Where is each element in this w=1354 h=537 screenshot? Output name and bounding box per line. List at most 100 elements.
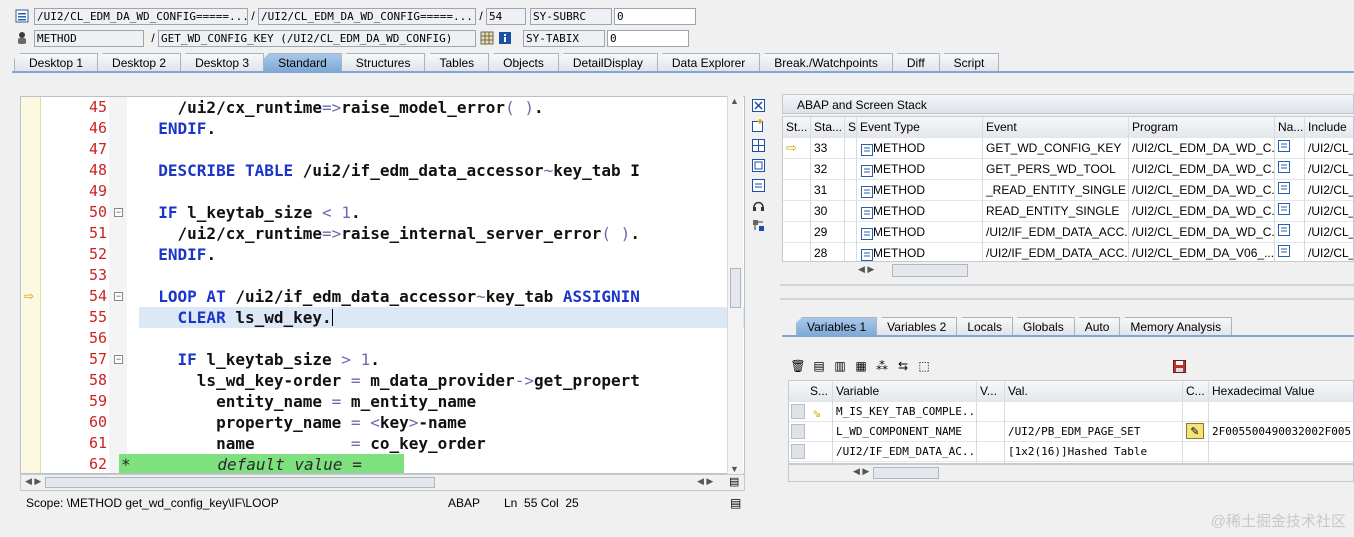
code-line[interactable]: 57− IF l_keytab_size > 1. xyxy=(21,349,744,370)
code-line[interactable]: 47 xyxy=(21,139,744,160)
code-line[interactable]: 61 name = co_key_order xyxy=(21,433,744,454)
variable-name[interactable]: M_IS_KEY_TAB_COMPLE... xyxy=(833,402,977,423)
tab-break-watchpoints[interactable]: Break./Watchpoints xyxy=(759,53,893,72)
cell[interactable]: ✎ xyxy=(1183,422,1209,443)
source-editor[interactable]: 45 /ui2/cx_runtime=>raise_model_error( )… xyxy=(20,96,745,474)
grid-icon[interactable] xyxy=(479,30,495,46)
tab-standard[interactable]: Standard xyxy=(263,53,342,72)
code-line[interactable]: 55 CLEAR ls_wd_key. xyxy=(21,307,744,328)
stack-row[interactable]: ⇨ 33 METHOD GET_WD_CONFIG_KEY/UI2/CL_EDM_DA… xyxy=(783,138,1353,159)
stack-row[interactable]: 29 METHOD/UI2/IF_EDM_DATA_ACC.../UI2/CL_E… xyxy=(783,222,1353,243)
variable-value[interactable] xyxy=(1005,402,1183,423)
stack-row[interactable]: 31 METHOD _READ_ENTITY_SINGLE/UI2/CL_EDM_D… xyxy=(783,180,1353,201)
code-line[interactable]: 54− ⇨ LOOP AT /ui2/if_edm_data_accessor~k… xyxy=(21,286,744,307)
program-field[interactable]: /UI2/CL_EDM_DA_WD_CONFIG=====... xyxy=(34,7,248,25)
fold-toggle-icon[interactable]: − xyxy=(114,292,123,301)
code-line[interactable]: 53 xyxy=(21,265,744,286)
row-selector[interactable] xyxy=(791,424,805,439)
transfer-icon[interactable]: ⇆ xyxy=(895,358,911,374)
tab-structures[interactable]: Structures xyxy=(340,53,426,72)
tab-diff[interactable]: Diff xyxy=(891,53,940,72)
swap-icon[interactable] xyxy=(751,178,765,192)
navigate-icon xyxy=(1275,243,1305,261)
maximize-icon[interactable] xyxy=(751,158,765,172)
variable-row[interactable]: L_WD_COMPONENT_NAME/UI2/PB_EDM_PAGE_SET ✎… xyxy=(789,422,1353,443)
var-tab-auto[interactable]: Auto xyxy=(1073,317,1121,336)
stack-row[interactable]: 28 METHOD/UI2/IF_EDM_DATA_ACC.../UI2/CL_E… xyxy=(783,243,1353,261)
group-icon[interactable]: ⁂ xyxy=(874,358,890,374)
code-text: ENDIF. xyxy=(158,245,217,264)
code-line[interactable]: 46 ENDIF. xyxy=(21,118,744,139)
code-line[interactable]: 52 ENDIF. xyxy=(21,244,744,265)
var-tab-locals[interactable]: Locals xyxy=(956,317,1013,336)
var-tab-variables-2[interactable]: Variables 2 xyxy=(876,317,958,336)
new-window-icon[interactable] xyxy=(751,118,765,132)
cursor-position: Ln 55 Col 25 xyxy=(504,496,579,510)
code-line[interactable]: 51 /ui2/cx_runtime=>raise_internal_serve… xyxy=(21,223,744,244)
tab-tables[interactable]: Tables xyxy=(424,53,490,72)
event-type-field[interactable]: METHOD xyxy=(34,29,144,47)
code-line[interactable]: 50− IF l_keytab_size < 1. xyxy=(21,202,744,223)
sy-subrc-value[interactable]: 0 xyxy=(614,7,696,25)
variable-value[interactable]: /UI2/PB_EDM_PAGE_SET xyxy=(1005,422,1183,443)
tab-objects[interactable]: Objects xyxy=(488,53,559,72)
stack-panel-title: ABAP and Screen Stack xyxy=(782,94,1354,114)
split-icon[interactable] xyxy=(751,138,765,152)
stack-row[interactable]: 32 METHOD GET_PERS_WD_TOOL/UI2/CL_EDM_DA_W… xyxy=(783,159,1353,180)
event-name-field[interactable]: GET_WD_CONFIG_KEY (/UI2/CL_EDM_DA_WD_CON… xyxy=(158,29,476,47)
code-line[interactable]: 48 DESCRIBE TABLE /ui2/if_edm_data_acces… xyxy=(21,160,744,181)
var-tab-variables-1[interactable]: Variables 1 xyxy=(796,317,878,336)
edit-pencil-icon[interactable]: ✎ xyxy=(1186,423,1204,439)
code-line[interactable]: 45 /ui2/cx_runtime=>raise_model_error( )… xyxy=(21,97,744,118)
fold-toggle-icon[interactable]: − xyxy=(114,208,123,217)
variable-value[interactable]: [1x2(16)]Hashed Table xyxy=(1005,442,1183,463)
var-tab-globals[interactable]: Globals xyxy=(1012,317,1075,336)
include-field[interactable]: /UI2/CL_EDM_DA_WD_CONFIG=====... xyxy=(258,7,476,25)
navigate-icon xyxy=(1275,222,1305,243)
code-line[interactable]: 60 property_name = <key>-name xyxy=(21,412,744,433)
editor-horizontal-scrollbar[interactable]: ◀ ▶ ◀ ▶ ▤ xyxy=(20,474,745,491)
page-icon[interactable]: ▤ xyxy=(729,475,739,488)
code-line[interactable]: 56 xyxy=(21,328,744,349)
tab-desktop-1[interactable]: Desktop 1 xyxy=(14,53,99,72)
sy-tabix-value[interactable]: 0 xyxy=(607,29,689,47)
headset-icon[interactable] xyxy=(751,198,765,212)
fold-toggle-icon[interactable]: − xyxy=(114,355,123,364)
variable-name[interactable]: L_WD_COMPONENT_NAME xyxy=(833,422,977,443)
variable-row[interactable]: /UI2/IF_EDM_DATA_AC... [1x2(16)]Hashed Ta… xyxy=(789,442,1353,463)
tab-desktop-2[interactable]: Desktop 2 xyxy=(97,53,182,72)
row-selector[interactable] xyxy=(791,444,805,459)
line-field[interactable]: 54 xyxy=(486,7,526,25)
row-selector[interactable] xyxy=(791,404,805,419)
code-line[interactable]: 59 entity_name = m_entity_name xyxy=(21,391,744,412)
code-text: IF l_keytab_size < 1. xyxy=(158,203,361,222)
append-row-icon[interactable]: ▥ xyxy=(832,358,848,374)
status-bar: Scope: \METHOD get_wd_config_key\IF\LOOP… xyxy=(14,494,749,513)
code-line[interactable]: 49 xyxy=(21,181,744,202)
code-text: /ui2/cx_runtime=>raise_internal_server_e… xyxy=(139,224,640,243)
delete-icon[interactable]: 🗑 xyxy=(790,358,806,374)
variable-row[interactable]: M_IS_KEY_TAB_COMPLE... ⇘ xyxy=(789,402,1353,423)
insert-row-icon[interactable]: ▤ xyxy=(811,358,827,374)
code-line[interactable]: 58 ls_wd_key-order = m_data_provider->ge… xyxy=(21,370,744,391)
var-tab-memory-analysis[interactable]: Memory Analysis xyxy=(1119,317,1233,336)
tab-desktop-3[interactable]: Desktop 3 xyxy=(180,53,265,72)
info-icon[interactable] xyxy=(497,30,513,46)
select-icon[interactable]: ⬚ xyxy=(916,358,932,374)
tab-script[interactable]: Script xyxy=(938,53,1000,72)
delete-row-icon[interactable]: ▦ xyxy=(853,358,869,374)
code-line[interactable]: 62 * default value = xyxy=(21,454,744,473)
editor-vertical-scrollbar[interactable]: ▲ ▼ xyxy=(727,96,743,474)
variable-name[interactable]: /UI2/IF_EDM_DATA_AC... xyxy=(833,442,977,463)
stack-hscroll[interactable]: ◀ ▶ xyxy=(782,262,1354,280)
variables-hscroll[interactable]: ◀ ▶ xyxy=(788,464,1354,482)
settings-icon[interactable] xyxy=(751,218,765,232)
stack-row[interactable]: 30 METHOD READ_ENTITY_SINGLE/UI2/CL_EDM_DA… xyxy=(783,201,1353,222)
line-number: 47 xyxy=(88,140,107,158)
tab-data-explorer[interactable]: Data Explorer xyxy=(656,53,761,72)
tab-detaildisplay[interactable]: DetailDisplay xyxy=(557,53,658,72)
close-icon[interactable] xyxy=(751,98,765,112)
save-icon[interactable] xyxy=(1171,358,1187,374)
notes-icon[interactable]: ▤ xyxy=(730,494,741,513)
variable-tabs: Variables 1 Variables 2 Locals Globals Auto M… xyxy=(796,317,1233,336)
